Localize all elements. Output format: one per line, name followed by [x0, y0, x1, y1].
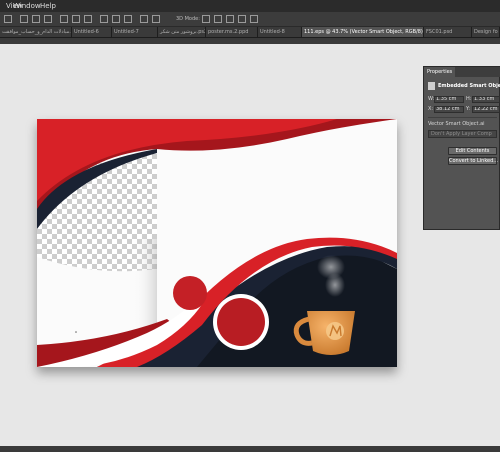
align-middle-icon[interactable] — [72, 15, 80, 23]
distribute-left-icon[interactable] — [140, 15, 148, 23]
3d-pan-icon[interactable] — [226, 15, 234, 23]
align-top-icon[interactable] — [60, 15, 68, 23]
height-field[interactable]: 1.33 cm — [472, 96, 500, 103]
tab-document[interactable]: Design fo — [472, 27, 500, 37]
distribute-bottom-icon[interactable] — [124, 15, 132, 23]
tab-properties[interactable]: Properties — [424, 67, 456, 77]
edit-contents-button[interactable]: Edit Contents — [448, 147, 497, 155]
steam-effect — [325, 273, 345, 297]
small-red-circle[interactable] — [173, 276, 207, 310]
document-canvas[interactable] — [37, 119, 397, 367]
move-tool-icon[interactable] — [4, 15, 12, 23]
stray-dot — [75, 331, 77, 333]
x-position-field[interactable]: 38.12 cm — [434, 106, 464, 113]
brochure-artwork — [37, 119, 397, 367]
tab-document[interactable]: Untitled-7 — [112, 27, 158, 37]
3d-roll-icon[interactable] — [214, 15, 222, 23]
height-label: H: — [466, 96, 472, 102]
3d-mode-label: 3D Mode: — [176, 16, 200, 22]
layer-comp-dropdown[interactable]: Don't Apply Layer Comp — [428, 130, 497, 138]
smart-object-filename: Vector Smart Object.ai — [428, 121, 485, 127]
align-bottom-icon[interactable] — [84, 15, 92, 23]
options-bar: 3D Mode: — [0, 12, 500, 27]
properties-title: Embedded Smart Object — [438, 83, 500, 89]
smart-object-icon — [428, 82, 435, 90]
distribute-center-icon[interactable] — [152, 15, 160, 23]
menu-bar: View Window Help — [0, 0, 500, 12]
distribute-top-icon[interactable] — [100, 15, 108, 23]
tab-document[interactable]: مبادلات الدام_و_حساب_موافقت.pdf — [0, 27, 72, 37]
status-bar — [0, 446, 500, 452]
width-field[interactable]: 1.35 cm — [434, 96, 464, 103]
3d-scale-icon[interactable] — [250, 15, 258, 23]
tab-document[interactable]: Untitled-6 — [72, 27, 112, 37]
3d-slide-icon[interactable] — [238, 15, 246, 23]
align-right-icon[interactable] — [44, 15, 52, 23]
tab-active-document[interactable]: 111.eps @ 43.7% (Vector Smart Object, RG… — [302, 27, 424, 37]
large-red-circle[interactable] — [217, 298, 265, 346]
panel-divider — [428, 117, 497, 118]
3d-rotate-icon[interactable] — [202, 15, 210, 23]
convert-to-linked-button[interactable]: Convert to Linked... — [448, 157, 498, 165]
distribute-middle-icon[interactable] — [112, 15, 120, 23]
tab-document[interactable]: Untitled-8 — [258, 27, 302, 37]
mug-logo-icon — [326, 322, 344, 340]
y-position-field[interactable]: 12.22 cm — [472, 106, 500, 113]
y-label: Y: — [466, 106, 471, 112]
menu-help[interactable]: Help — [40, 1, 56, 11]
document-tab-bar: مبادلات الدام_و_حساب_موافقت.pdf Untitled… — [0, 27, 500, 38]
align-center-icon[interactable] — [32, 15, 40, 23]
properties-tab-row: Properties — [424, 67, 500, 77]
tab-document[interactable]: بروشور متن شکر.ps2 — [158, 27, 206, 37]
tab-document[interactable]: FSC01.psd — [424, 27, 472, 37]
align-left-icon[interactable] — [20, 15, 28, 23]
properties-panel: Properties Embedded Smart Object W: 1.35… — [423, 66, 500, 230]
tab-document[interactable]: poster.ms.2.ppd — [206, 27, 258, 37]
x-label: X: — [428, 106, 434, 112]
menu-window[interactable]: Window — [13, 1, 41, 11]
